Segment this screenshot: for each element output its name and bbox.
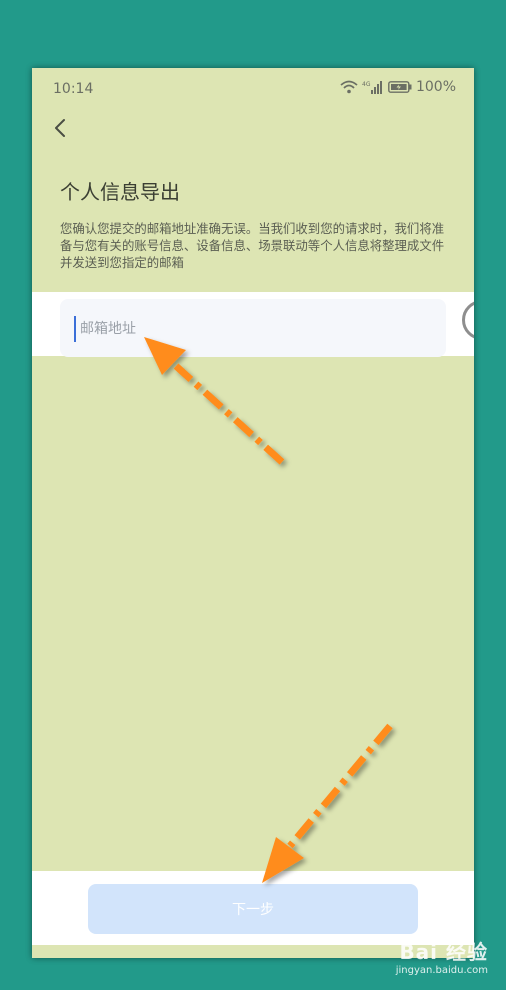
side-circle-button[interactable] [462,300,474,340]
email-input[interactable] [74,316,420,342]
bottom-action-bar: 下一步 [32,871,474,945]
status-bar: 10:14 4G 100% [32,68,474,112]
phone-screen: 10:14 4G 100% 个人信息导出 您确认您提交的邮箱地址准确无误。当我们… [32,68,474,958]
email-input-section [32,292,474,357]
chevron-left-icon [55,119,65,137]
watermark: Bai 经验 jingyan.baidu.com [396,936,488,976]
status-time: 10:14 [53,81,94,97]
watermark-logo: Bai 经验 [399,940,488,964]
status-icons: 4G 100% [340,79,456,95]
watermark-url: jingyan.baidu.com [395,965,488,976]
page-title: 个人信息导出 [60,180,180,204]
page-description: 您确认您提交的邮箱地址准确无误。当我们收到您的请求时，我们将准备与您有关的账号信… [60,221,445,270]
next-step-button[interactable]: 下一步 [88,884,418,934]
email-input-container[interactable] [60,299,446,357]
signal-icon: 4G [362,81,382,94]
wifi-icon [340,80,358,94]
battery-percentage: 100% [415,79,456,95]
back-button[interactable] [46,114,74,142]
battery-icon [388,81,412,93]
svg-text:4G: 4G [362,81,371,88]
